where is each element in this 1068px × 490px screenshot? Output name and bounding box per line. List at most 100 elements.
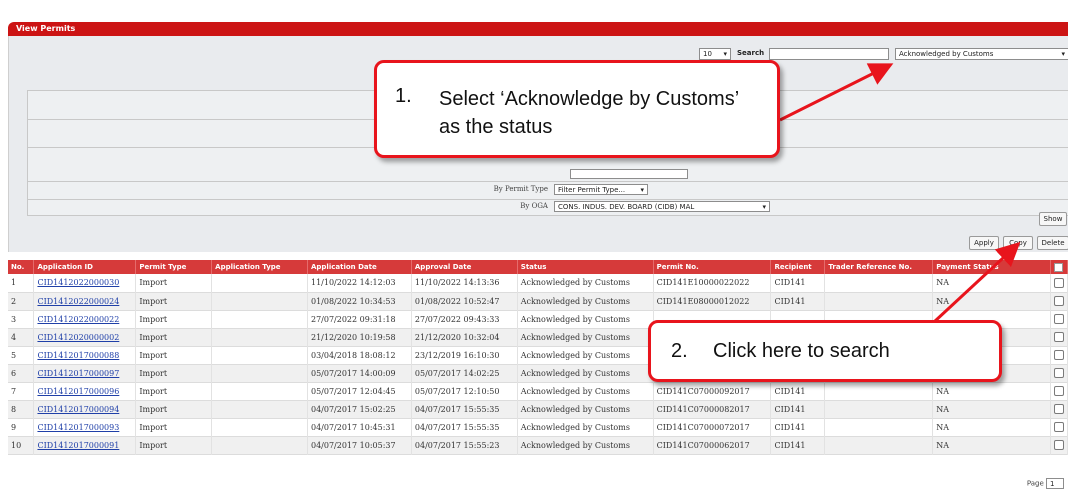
table-cell: Import: [135, 418, 213, 436]
application-id-link[interactable]: CID1412022000022: [37, 315, 119, 324]
status-filter-select[interactable]: Acknowledged by Customs ▾: [895, 48, 1068, 60]
application-id-link[interactable]: CID1412022000030: [37, 278, 119, 287]
table-row[interactable]: 10 CID1412017000091 Import 04/07/2017 10:05…: [8, 436, 1068, 454]
delete-button[interactable]: Delete: [1037, 236, 1068, 250]
table-row[interactable]: 9 CID1412017000093 Import 04/07/2017 10:45:…: [8, 418, 1068, 436]
table-cell: Acknowledged by Customs: [517, 346, 654, 364]
row-checkbox[interactable]: [1050, 364, 1068, 382]
table-cell: 01/08/2022 10:52:47: [411, 292, 518, 310]
table-cell: Acknowledged by Customs: [517, 382, 654, 400]
callout-two-text: Click here to search: [713, 340, 890, 362]
table-cell: Import: [135, 292, 213, 310]
table-cell: 23/12/2019 16:10:30: [411, 346, 518, 364]
column-header[interactable]: Trader Reference No.: [824, 260, 934, 274]
page-select[interactable]: 1: [1046, 478, 1064, 489]
table-cell: CID141: [770, 418, 826, 436]
apply-button[interactable]: Apply: [969, 236, 999, 250]
column-header[interactable]: Application Date: [307, 260, 412, 274]
table-row[interactable]: 8 CID1412017000094 Import 04/07/2017 15:02:…: [8, 400, 1068, 418]
column-header[interactable]: Permit Type: [135, 260, 213, 274]
table-cell: CID141C07000062017: [653, 436, 772, 454]
table-cell: CID141: [770, 382, 826, 400]
date-from-input[interactable]: [570, 169, 688, 179]
copy-button[interactable]: Copy: [1003, 236, 1033, 250]
table-cell: [211, 274, 308, 292]
application-id-link[interactable]: CID1412017000088: [37, 351, 119, 360]
chevron-down-icon: ▾: [762, 203, 766, 211]
column-header[interactable]: Payment Status: [932, 260, 1051, 274]
table-cell: Acknowledged by Customs: [517, 436, 654, 454]
table-cell: Acknowledged by Customs: [517, 310, 654, 328]
column-header[interactable]: Application ID: [33, 260, 137, 274]
table-cell: 04/07/2017 15:55:23: [411, 436, 518, 454]
table-cell: CID1412022000030: [33, 274, 137, 292]
table-header-row: No. Application ID Permit Type Application …: [8, 260, 1068, 274]
table-row[interactable]: 1 CID1412022000030 Import 11/10/2022 14:12:…: [8, 274, 1068, 292]
table-cell: Acknowledged by Customs: [517, 328, 654, 346]
table-cell: CID1412022000024: [33, 292, 137, 310]
column-header[interactable]: No.: [8, 260, 35, 274]
view-permits-window: View Permits 10 ▾ Search Acknowledged by…: [0, 0, 1068, 490]
table-cell: 04/07/2017 10:45:31: [307, 418, 412, 436]
row-checkbox[interactable]: [1050, 292, 1068, 310]
row-checkbox[interactable]: [1050, 382, 1068, 400]
table-cell: [824, 418, 934, 436]
row-checkbox[interactable]: [1050, 436, 1068, 454]
application-id-link[interactable]: CID1412017000093: [37, 423, 119, 432]
row-checkbox[interactable]: [1050, 328, 1068, 346]
table-cell: 6: [8, 364, 35, 382]
table-cell: Acknowledged by Customs: [517, 418, 654, 436]
table-cell: Import: [135, 346, 213, 364]
application-id-link[interactable]: CID1412022000024: [37, 297, 119, 306]
table-cell: 27/07/2022 09:31:18: [307, 310, 412, 328]
table-cell: CID141: [770, 400, 826, 418]
column-header[interactable]: Application Type: [211, 260, 308, 274]
application-id-link[interactable]: CID1412017000097: [37, 369, 119, 378]
table-cell: 5: [8, 346, 35, 364]
row-checkbox[interactable]: [1050, 418, 1068, 436]
column-header[interactable]: Permit No.: [653, 260, 772, 274]
table-cell: 04/07/2017 15:02:25: [307, 400, 412, 418]
table-row[interactable]: 2 CID1412022000024 Import 01/08/2022 10:34:…: [8, 292, 1068, 310]
callout-one-number: 1.: [395, 85, 412, 107]
checkbox-icon: [1053, 262, 1063, 272]
column-header[interactable]: Approval Date: [411, 260, 518, 274]
table-cell: Import: [135, 328, 213, 346]
pager: Page 1: [1027, 478, 1064, 489]
table-cell: Import: [135, 436, 213, 454]
page-size-select[interactable]: 10 ▾: [699, 48, 731, 60]
chevron-down-icon: ▾: [1061, 50, 1065, 58]
show-button[interactable]: Show: [1039, 212, 1067, 226]
column-header[interactable]: Status: [517, 260, 654, 274]
select-all-checkbox[interactable]: [1050, 260, 1068, 274]
checkbox-icon: [1053, 332, 1064, 342]
table-cell: Acknowledged by Customs: [517, 364, 654, 382]
row-checkbox[interactable]: [1050, 400, 1068, 418]
table-cell: [211, 436, 308, 454]
window-title: View Permits: [8, 22, 1068, 36]
row-checkbox[interactable]: [1050, 274, 1068, 292]
permit-type-select[interactable]: Filter Permit Type... ▾: [554, 184, 648, 195]
oga-select[interactable]: CONS. INDUS. DEV. BOARD (CIDB) MAL ▾: [554, 201, 770, 212]
callout-select-status: 1. Select ‘Acknowledge by Customs’ as th…: [374, 60, 780, 158]
table-cell: CID141: [770, 292, 826, 310]
application-id-link[interactable]: CID1412017000094: [37, 405, 119, 414]
table-cell: NA: [932, 436, 1051, 454]
row-checkbox[interactable]: [1050, 346, 1068, 364]
column-header[interactable]: Recipient: [770, 260, 826, 274]
application-id-link[interactable]: CID1412017000091: [37, 441, 119, 450]
table-cell: 21/12/2020 10:32:04: [411, 328, 518, 346]
checkbox-icon: [1053, 386, 1064, 396]
application-id-link[interactable]: CID1412017000096: [37, 387, 119, 396]
table-cell: 05/07/2017 12:04:45: [307, 382, 412, 400]
search-input[interactable]: [769, 48, 889, 60]
table-cell: 7: [8, 382, 35, 400]
table-cell: CID141C07000072017: [653, 418, 772, 436]
row-checkbox[interactable]: [1050, 310, 1068, 328]
checkbox-icon: [1053, 368, 1064, 378]
table-cell: CID1412017000097: [33, 364, 137, 382]
table-cell: 8: [8, 400, 35, 418]
checkbox-icon: [1053, 422, 1064, 432]
table-row[interactable]: 7 CID1412017000096 Import 05/07/2017 12:04:…: [8, 382, 1068, 400]
application-id-link[interactable]: CID1412020000002: [37, 333, 119, 342]
